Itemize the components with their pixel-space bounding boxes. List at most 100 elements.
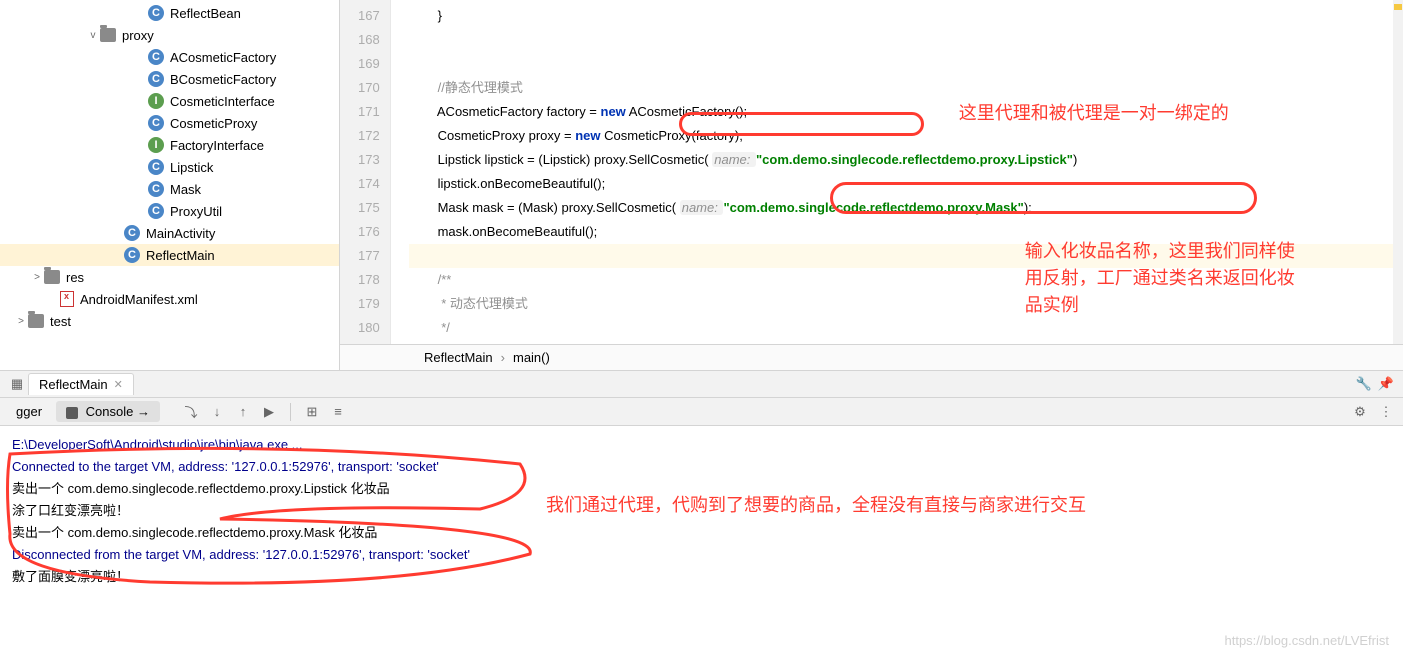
line-number: 180 bbox=[358, 316, 380, 340]
code-content[interactable]: } //静态代理模式 ACosmeticFactory factory = ne… bbox=[391, 0, 1403, 344]
tree-item-cosmeticinterface[interactable]: I CosmeticInterface bbox=[0, 90, 339, 112]
class-icon: C bbox=[148, 71, 164, 87]
tab-reflectmain[interactable]: ReflectMain ✕ bbox=[28, 373, 134, 395]
more-icon[interactable]: ⋮ bbox=[1378, 404, 1394, 420]
class-icon: C bbox=[148, 159, 164, 175]
class-icon: C bbox=[124, 247, 140, 263]
code-editor[interactable]: 1671681691701711721731741751761771781791… bbox=[340, 0, 1403, 370]
line-number: 168 bbox=[358, 28, 380, 52]
step-out-icon[interactable]: ↑ bbox=[235, 404, 251, 420]
tree-item-reflectmain[interactable]: C ReflectMain bbox=[0, 244, 339, 266]
code-line bbox=[409, 28, 1403, 52]
line-number: 179 bbox=[358, 292, 380, 316]
line-number: 169 bbox=[358, 52, 380, 76]
line-number: 177 bbox=[358, 244, 380, 268]
run-to-cursor-icon[interactable]: ▶ bbox=[261, 404, 277, 420]
tab-label: ReflectMain bbox=[39, 377, 108, 392]
tree-label: MainActivity bbox=[146, 226, 215, 241]
project-tree[interactable]: CReflectBeanvproxyCACosmeticFactoryCBCos… bbox=[0, 0, 340, 370]
tree-label: res bbox=[66, 270, 84, 285]
tree-label: ReflectMain bbox=[146, 248, 215, 263]
console-output[interactable]: E:\DeveloperSoft\Android\studio\jre\bin\… bbox=[0, 426, 1403, 662]
line-number: 167 bbox=[358, 4, 380, 28]
step-over-icon[interactable]: ⤵ bbox=[183, 404, 199, 420]
line-number: 174 bbox=[358, 172, 380, 196]
class-icon: C bbox=[148, 49, 164, 65]
tree-label: proxy bbox=[122, 28, 154, 43]
tree-item-reflectbean[interactable]: CReflectBean bbox=[0, 2, 339, 24]
tree-label: Mask bbox=[170, 182, 201, 197]
class-icon: C bbox=[148, 181, 164, 197]
line-number: 172 bbox=[358, 124, 380, 148]
code-line: Lipstick lipstick = (Lipstick) proxy.Sel… bbox=[409, 148, 1403, 172]
console-line: 涂了口红变漂亮啦！ bbox=[12, 500, 1391, 522]
interface-icon: I bbox=[148, 93, 164, 109]
tree-item-mainactivity[interactable]: C MainActivity bbox=[0, 222, 339, 244]
tree-item-mask[interactable]: C Mask bbox=[0, 178, 339, 200]
class-icon: C bbox=[124, 225, 140, 241]
code-line bbox=[409, 52, 1403, 76]
pin-icon[interactable]: 📌 bbox=[1378, 376, 1394, 392]
tree-label: ProxyUtil bbox=[170, 204, 222, 219]
folder-icon bbox=[44, 270, 60, 284]
step-into-icon[interactable]: ↓ bbox=[209, 404, 225, 420]
tree-label: test bbox=[50, 314, 71, 329]
tree-label: FactoryInterface bbox=[170, 138, 264, 153]
debug-tab-bar: ▦ ReflectMain ✕ 🔧 📌 bbox=[0, 370, 1403, 398]
tree-label: CosmeticInterface bbox=[170, 94, 275, 109]
line-gutter: 1671681691701711721731741751761771781791… bbox=[340, 0, 391, 344]
tree-item-cosmeticproxy[interactable]: CCosmeticProxy bbox=[0, 112, 339, 134]
folder-icon bbox=[28, 314, 44, 328]
line-number: 173 bbox=[358, 148, 380, 172]
console-line: 敷了面膜变漂亮啦！ bbox=[12, 566, 1391, 588]
tree-label: Lipstick bbox=[170, 160, 213, 175]
debugger-toolbar: gger Console → ⤵ ↓ ↑ ▶ ⊞ ≡ ⚙ ⋮ bbox=[0, 398, 1403, 426]
line-number: 178 bbox=[358, 268, 380, 292]
evaluate-icon[interactable]: ⊞ bbox=[304, 404, 320, 420]
breadcrumb[interactable]: ReflectMain › main() bbox=[340, 344, 1403, 370]
layout-settings-icon[interactable]: ⚙ bbox=[1352, 404, 1368, 420]
tab-debugger[interactable]: gger bbox=[6, 401, 52, 422]
code-line: } bbox=[409, 4, 1403, 28]
tree-item-proxyutil[interactable]: CProxyUtil bbox=[0, 200, 339, 222]
chevron-right-icon: › bbox=[501, 350, 505, 365]
close-icon[interactable]: ✕ bbox=[114, 378, 123, 391]
tree-item-res[interactable]: >res bbox=[0, 266, 339, 288]
console-line: 卖出一个 com.demo.singlecode.reflectdemo.pro… bbox=[12, 522, 1391, 544]
folder-icon bbox=[100, 28, 116, 42]
tree-item-bcosmeticfactory[interactable]: C BCosmeticFactory bbox=[0, 68, 339, 90]
line-number: 175 bbox=[358, 196, 380, 220]
settings-icon[interactable]: 🔧 bbox=[1356, 376, 1372, 392]
console-line: E:\DeveloperSoft\Android\studio\jre\bin\… bbox=[12, 434, 1391, 456]
tree-label: ACosmeticFactory bbox=[170, 50, 276, 65]
code-line: /** bbox=[409, 268, 1403, 292]
tree-item-androidmanifest-xml[interactable]: AndroidManifest.xml bbox=[0, 288, 339, 310]
tree-item-factoryinterface[interactable]: I FactoryInterface bbox=[0, 134, 339, 156]
tab-console[interactable]: Console → bbox=[56, 401, 160, 422]
line-number: 171 bbox=[358, 100, 380, 124]
console-line: 卖出一个 com.demo.singlecode.reflectdemo.pro… bbox=[12, 478, 1391, 500]
trace-icon[interactable]: ≡ bbox=[330, 404, 346, 420]
code-line: } bbox=[409, 340, 1403, 344]
tree-item-lipstick[interactable]: C Lipstick bbox=[0, 156, 339, 178]
tree-item-acosmeticfactory[interactable]: C ACosmeticFactory bbox=[0, 46, 339, 68]
xml-file-icon bbox=[60, 291, 74, 307]
breadcrumb-item[interactable]: main() bbox=[513, 350, 550, 365]
console-line: Connected to the target VM, address: '12… bbox=[12, 456, 1391, 478]
class-icon: C bbox=[148, 115, 164, 131]
console-line: Disconnected from the target VM, address… bbox=[12, 544, 1391, 566]
tree-item-test[interactable]: >test bbox=[0, 310, 339, 332]
code-line bbox=[409, 244, 1403, 268]
line-number: 176 bbox=[358, 220, 380, 244]
code-line: CosmeticProxy proxy = new CosmeticProxy(… bbox=[409, 124, 1403, 148]
line-number: 181 bbox=[358, 340, 380, 344]
code-line: */ bbox=[409, 316, 1403, 340]
code-line: Mask mask = (Mask) proxy.SellCosmetic( n… bbox=[409, 196, 1403, 220]
file-icon: ▦ bbox=[9, 376, 25, 392]
interface-icon: I bbox=[148, 137, 164, 153]
line-number: 170 bbox=[358, 76, 380, 100]
breadcrumb-item[interactable]: ReflectMain bbox=[424, 350, 493, 365]
tree-item-proxy[interactable]: vproxy bbox=[0, 24, 339, 46]
tree-label: ReflectBean bbox=[170, 6, 241, 21]
tree-label: BCosmeticFactory bbox=[170, 72, 276, 87]
